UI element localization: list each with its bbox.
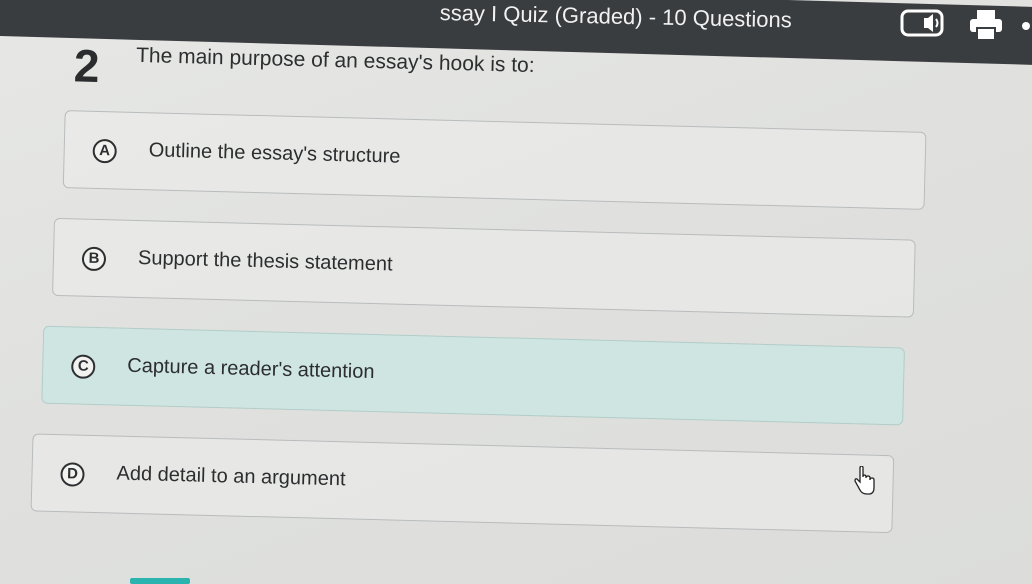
option-letter-a: A [92, 138, 118, 164]
screen: ssay I Quiz (Graded) - 10 Questions 2 Th… [0, 0, 1032, 584]
option-text-c: Capture a reader's attention [127, 354, 375, 384]
progress-indicator [130, 578, 190, 584]
option-letter-c: C [70, 354, 96, 379]
option-letter-d: D [60, 462, 85, 487]
option-text-d: Add detail to an argument [116, 462, 346, 491]
question-text: The main purpose of an essay's hook is t… [135, 43, 535, 78]
question-number: 2 [73, 39, 101, 92]
option-letter-b: B [81, 246, 107, 272]
option-a[interactable]: A Outline the essay's structure [62, 110, 927, 210]
option-d[interactable]: D Add detail to an argument [30, 433, 895, 534]
option-c[interactable]: C Capture a reader's attention [41, 325, 905, 426]
option-text-a: Outline the essay's structure [148, 139, 401, 168]
hand-cursor-icon [854, 466, 875, 495]
option-text-b: Support the thesis statement [137, 247, 393, 276]
option-b[interactable]: B Support the thesis statement [52, 217, 916, 318]
question-panel: 2 The main purpose of an essay's hook is… [0, 0, 1032, 584]
